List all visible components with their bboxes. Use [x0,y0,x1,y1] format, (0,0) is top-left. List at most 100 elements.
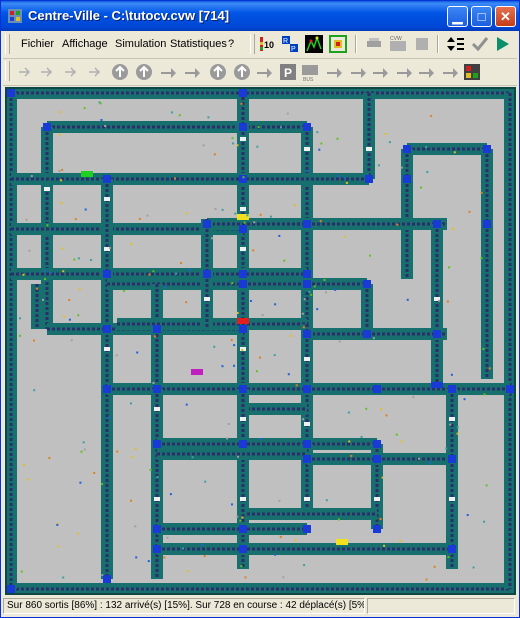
road-segment[interactable] [11,583,510,595]
menu-simulation[interactable]: Simulation [115,38,166,50]
close-button[interactable]: ✕ [495,6,516,27]
speed-icon[interactable] [443,68,458,78]
intersection[interactable] [433,220,441,228]
intersection[interactable] [403,175,411,183]
intersection[interactable] [448,385,456,393]
center-target-icon[interactable] [329,35,347,53]
intersection[interactable] [239,440,247,448]
minimize-button[interactable]: ▁ [447,6,468,27]
priority-rp-icon[interactable]: RP [281,35,299,53]
intersection[interactable] [103,175,111,183]
intersection[interactable] [373,525,381,533]
intersection[interactable] [239,545,247,553]
menu-affichage[interactable]: Affichage [62,38,108,50]
intersection[interactable] [153,325,161,333]
intersection[interactable] [506,385,514,393]
intersection[interactable] [363,330,371,338]
intersection[interactable] [448,545,456,553]
turn-left-icon[interactable] [327,68,342,78]
intersection[interactable] [7,89,15,97]
road-tool-icon[interactable] [365,35,383,53]
title-bar[interactable]: Centre-Ville - C:\tutocv.cvw [714] ▁ □ ✕ [1,1,519,31]
intersection[interactable] [303,220,311,228]
traffic-signal[interactable] [237,318,249,324]
road-segment[interactable] [11,173,369,185]
intersection[interactable] [303,330,311,338]
intersection[interactable] [303,440,311,448]
intersection[interactable] [103,325,111,333]
intersection[interactable] [373,455,381,463]
intersection[interactable] [373,440,381,448]
diag-lane-icon[interactable] [351,68,366,78]
no-turn-icon[interactable] [210,64,226,80]
city-map-canvas[interactable] [5,87,516,595]
diagonal-icon[interactable] [257,68,272,78]
traffic-light-icon[interactable] [464,64,480,80]
city-map[interactable] [5,87,516,595]
menubar-grip[interactable] [5,34,10,54]
intersection[interactable] [239,280,247,288]
intersection[interactable] [239,270,247,278]
intersection[interactable] [363,280,371,288]
intersection[interactable] [103,575,111,583]
menu-statistiques[interactable]: Statistiques [170,38,227,50]
lane-icon[interactable] [419,68,434,78]
intersection[interactable] [303,455,311,463]
sort-icon[interactable] [447,35,465,53]
arrow-down-icon[interactable] [65,67,77,77]
intersection[interactable] [203,270,211,278]
intersection[interactable] [103,270,111,278]
intersection[interactable] [303,385,311,393]
check-icon[interactable] [471,35,489,53]
road-segment[interactable] [11,87,510,99]
intersection[interactable] [239,325,247,333]
intersection[interactable] [153,545,161,553]
intersection[interactable] [153,385,161,393]
intersection[interactable] [303,280,311,288]
roundabout-icon[interactable] [234,64,250,80]
double-arrow-icon[interactable] [161,68,176,78]
toolbar-grip[interactable] [5,61,10,81]
open-cvw-icon[interactable]: CVW [389,35,407,53]
speed-10-icon[interactable]: 10 [259,35,277,53]
left-arrow-icon[interactable] [185,68,200,78]
intersection[interactable] [433,330,441,338]
intersection[interactable] [373,385,381,393]
intersection[interactable] [239,225,247,233]
traffic-signal[interactable] [336,539,348,545]
arrow-right-small-icon[interactable] [89,67,101,77]
map-overview-icon[interactable] [305,35,323,53]
intersection[interactable] [43,123,51,131]
intersection[interactable] [303,123,311,131]
bus-icon[interactable]: BUS [302,65,318,83]
diag-lane2-icon[interactable] [373,68,388,78]
direction-icon[interactable] [397,68,412,78]
intersection[interactable] [7,585,15,593]
intersection[interactable] [239,123,247,131]
intersection[interactable] [303,525,311,533]
intersection[interactable] [483,145,491,153]
intersection[interactable] [448,455,456,463]
intersection[interactable] [239,385,247,393]
straight-icon[interactable] [136,64,152,80]
stop-icon[interactable] [413,35,431,53]
traffic-signal[interactable] [431,382,443,388]
arrow-up-icon[interactable] [19,67,31,77]
intersection[interactable] [483,220,491,228]
toolbar-grip[interactable] [250,34,255,54]
maximize-button[interactable]: □ [471,6,492,27]
traffic-signal[interactable] [191,369,203,375]
intersection[interactable] [239,89,247,97]
intersection[interactable] [153,525,161,533]
intersection[interactable] [365,175,373,183]
intersection[interactable] [239,525,247,533]
intersection[interactable] [153,440,161,448]
intersection[interactable] [303,270,311,278]
play-icon[interactable] [493,35,511,53]
parking-icon[interactable]: P [280,64,296,80]
intersection[interactable] [403,145,411,153]
arrow-right-icon[interactable] [41,67,53,77]
intersection[interactable] [103,385,111,393]
menu-fichier[interactable]: Fichier [21,38,54,50]
intersection[interactable] [203,220,211,228]
